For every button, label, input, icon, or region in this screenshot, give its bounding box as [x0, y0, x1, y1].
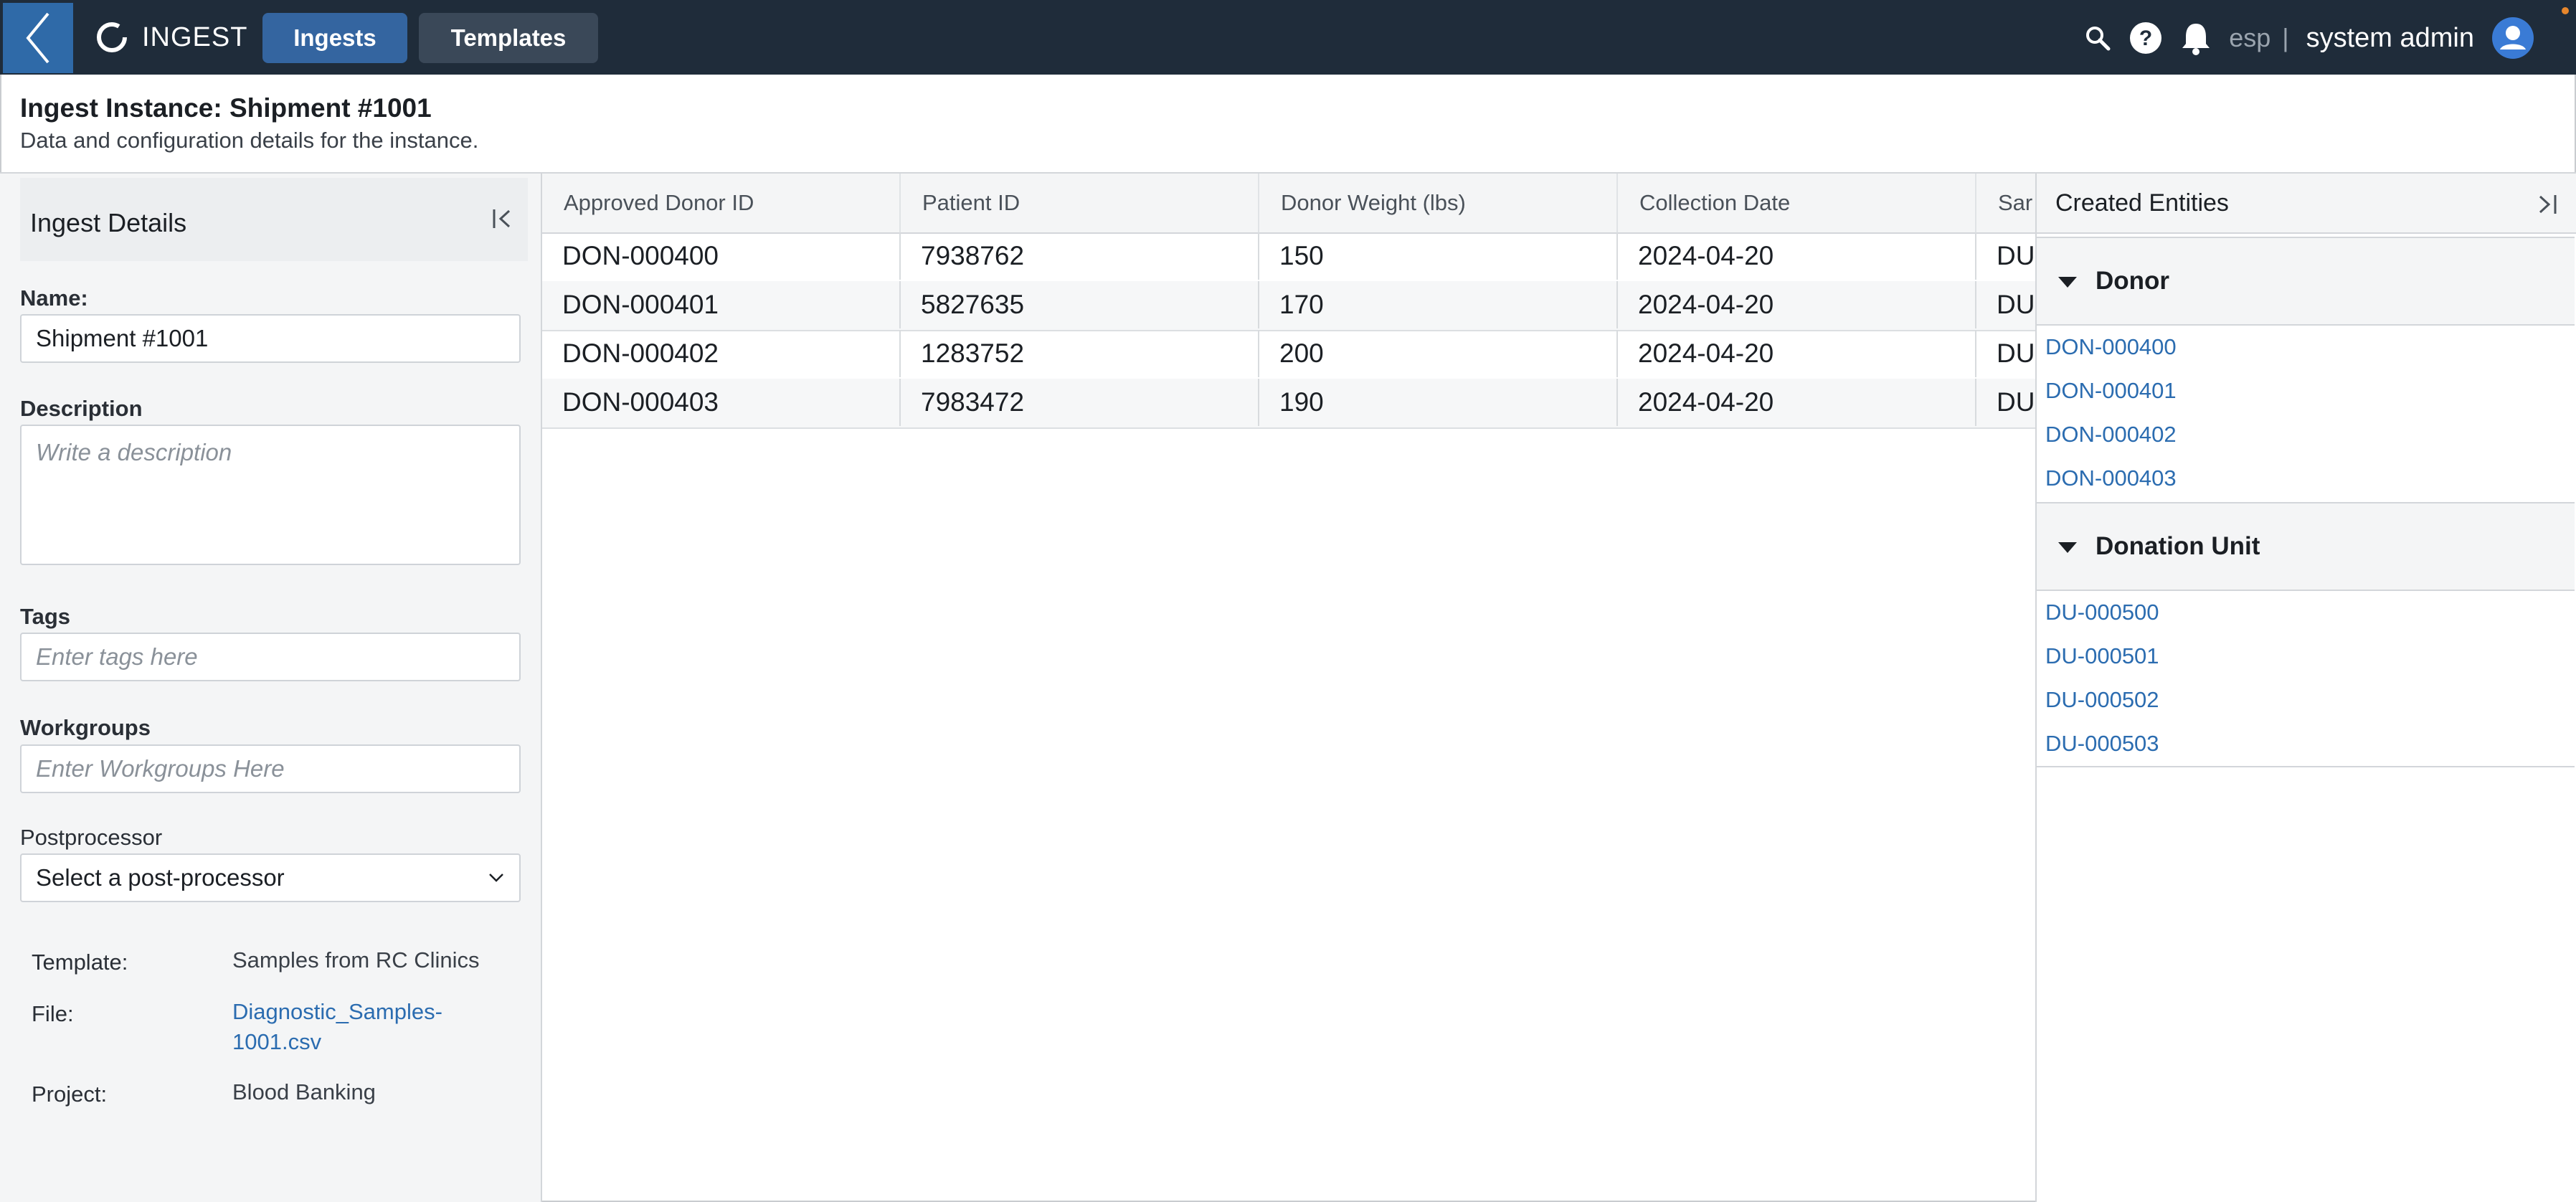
table-cell: 7938762 [901, 232, 1259, 280]
logo-ring-icon [97, 22, 127, 52]
column-header[interactable]: Donor Weight (lbs) [1259, 174, 1618, 232]
nav-right-group: ? esp | system admin [2084, 17, 2534, 59]
table-cell: DU [1997, 241, 2035, 270]
help-icon[interactable]: ? [2128, 21, 2163, 55]
description-placeholder: Write a description [36, 439, 232, 465]
table-cell: 1283752 [901, 330, 1259, 377]
table-row[interactable]: DON-000403 7983472 190 2024-04-20 DU [542, 379, 2035, 429]
data-table: Approved Donor ID Patient ID Donor Weigh… [542, 174, 2035, 1202]
workgroups-placeholder: Enter Workgroups Here [36, 755, 285, 782]
caret-down-icon [2058, 542, 2077, 553]
name-input[interactable]: Shipment #1001 [20, 314, 521, 363]
page-title: Ingest Instance: Shipment #1001 [20, 93, 432, 123]
table-cell: 150 [1259, 232, 1618, 280]
ingest-details-header: Ingest Details [20, 178, 528, 261]
table-cell: 170 [1259, 281, 1618, 328]
entity-group-donation-unit[interactable]: Donation Unit [2037, 502, 2575, 591]
project-value: Blood Banking [232, 1079, 376, 1104]
entity-link[interactable]: DU-000502 [2045, 687, 2159, 713]
name-input-value: Shipment #1001 [36, 325, 209, 351]
column-header[interactable]: Patient ID [901, 174, 1259, 232]
page-subtitle: Data and configuration details for the i… [20, 128, 479, 153]
table-row[interactable]: DON-000402 1283752 200 2024-04-20 DU [542, 330, 2035, 380]
tags-input[interactable]: Enter tags here [20, 633, 521, 681]
file-label: File: [32, 1001, 74, 1026]
table-row[interactable]: DON-000401 5827635 170 2024-04-20 DU [542, 281, 2035, 331]
description-textarea[interactable]: Write a description [20, 425, 521, 565]
tags-label: Tags [20, 604, 71, 629]
tab-ingests[interactable]: Ingests [262, 13, 407, 63]
nav-separator: | [2282, 23, 2289, 52]
table-cell: 2024-04-20 [1618, 379, 1976, 426]
entity-link[interactable]: DON-000401 [2045, 378, 2177, 404]
table-cell: 7983472 [901, 379, 1259, 426]
collapse-left-icon[interactable] [491, 207, 515, 231]
language-switch[interactable]: esp [2229, 23, 2270, 53]
workgroups-label: Workgroups [20, 715, 151, 740]
column-header[interactable]: Sar [1976, 174, 2035, 232]
table-cell: DON-000401 [542, 281, 901, 328]
entity-link[interactable]: DU-000503 [2045, 731, 2159, 757]
table-cell: DU [1997, 339, 2035, 368]
table-cell: DON-000402 [542, 330, 901, 377]
entity-group-title: Donor [2096, 267, 2170, 295]
template-value: Samples from RC Clinics [232, 947, 480, 973]
user-avatar-icon[interactable] [2491, 16, 2534, 60]
entity-link[interactable]: DU-000501 [2045, 643, 2159, 669]
search-icon[interactable] [2084, 24, 2111, 52]
postprocessor-select[interactable]: Select a post-processor [20, 853, 521, 902]
app-logo-text: INGEST [142, 22, 248, 52]
postprocessor-value: Select a post-processor [36, 864, 285, 891]
back-button[interactable] [3, 3, 73, 73]
table-cell: 200 [1259, 330, 1618, 377]
table-cell: 2024-04-20 [1618, 330, 1976, 377]
table-cell: DU [1997, 387, 2035, 417]
collapse-right-icon[interactable] [2534, 192, 2559, 217]
tab-templates[interactable]: Templates [419, 13, 598, 63]
file-link[interactable]: Diagnostic_Samples-1001.csv [232, 997, 476, 1057]
table-cell: 2024-04-20 [1618, 232, 1976, 280]
table-row[interactable]: DON-000400 7938762 150 2024-04-20 DU [542, 232, 2035, 283]
app-logo[interactable]: INGEST [95, 20, 247, 55]
back-chevron-icon [26, 12, 49, 64]
svg-text:?: ? [2139, 27, 2152, 50]
created-entities-panel: Created Entities Donor DON-000400 DON-00… [2035, 174, 2576, 1202]
entity-link[interactable]: DON-000403 [2045, 465, 2177, 491]
description-label: Description [20, 396, 143, 421]
tags-placeholder: Enter tags here [36, 643, 198, 670]
chevron-down-icon [489, 874, 503, 882]
top-nav: INGEST Ingests Templates ? esp | system … [0, 0, 2576, 75]
table-cell: 2024-04-20 [1618, 281, 1976, 328]
table-header: Approved Donor ID Patient ID Donor Weigh… [542, 174, 2035, 234]
created-entities-header: Created Entities [2037, 174, 2576, 234]
entity-group-title: Donation Unit [2096, 532, 2260, 560]
workgroups-input[interactable]: Enter Workgroups Here [20, 744, 521, 793]
table-cell: DON-000400 [542, 232, 901, 280]
entity-list-divider [2037, 766, 2575, 767]
ingest-details-title: Ingest Details [30, 208, 187, 237]
project-label: Project: [32, 1082, 108, 1107]
entity-group-donor[interactable]: Donor [2037, 237, 2575, 326]
notification-dot [2562, 7, 2569, 14]
bell-icon[interactable] [2180, 21, 2212, 55]
created-entities-title: Created Entities [2055, 189, 2229, 217]
table-cell: 190 [1259, 379, 1618, 426]
table-cell: 5827635 [901, 281, 1259, 328]
template-label: Template: [32, 950, 128, 975]
column-header[interactable]: Approved Donor ID [542, 174, 901, 232]
table-cell: DU [1997, 290, 2035, 319]
entity-link[interactable]: DON-000400 [2045, 334, 2177, 360]
column-header[interactable]: Collection Date [1618, 174, 1976, 232]
name-label: Name: [20, 285, 88, 311]
table-cell: DON-000403 [542, 379, 901, 426]
postprocessor-label: Postprocessor [20, 825, 163, 850]
user-name[interactable]: system admin [2306, 23, 2474, 54]
entity-link[interactable]: DON-000402 [2045, 422, 2177, 448]
caret-down-icon [2058, 277, 2077, 288]
entity-link[interactable]: DU-000500 [2045, 600, 2159, 625]
ingest-details-panel: Ingest Details Name: Shipment #1001 Desc… [0, 174, 542, 1202]
